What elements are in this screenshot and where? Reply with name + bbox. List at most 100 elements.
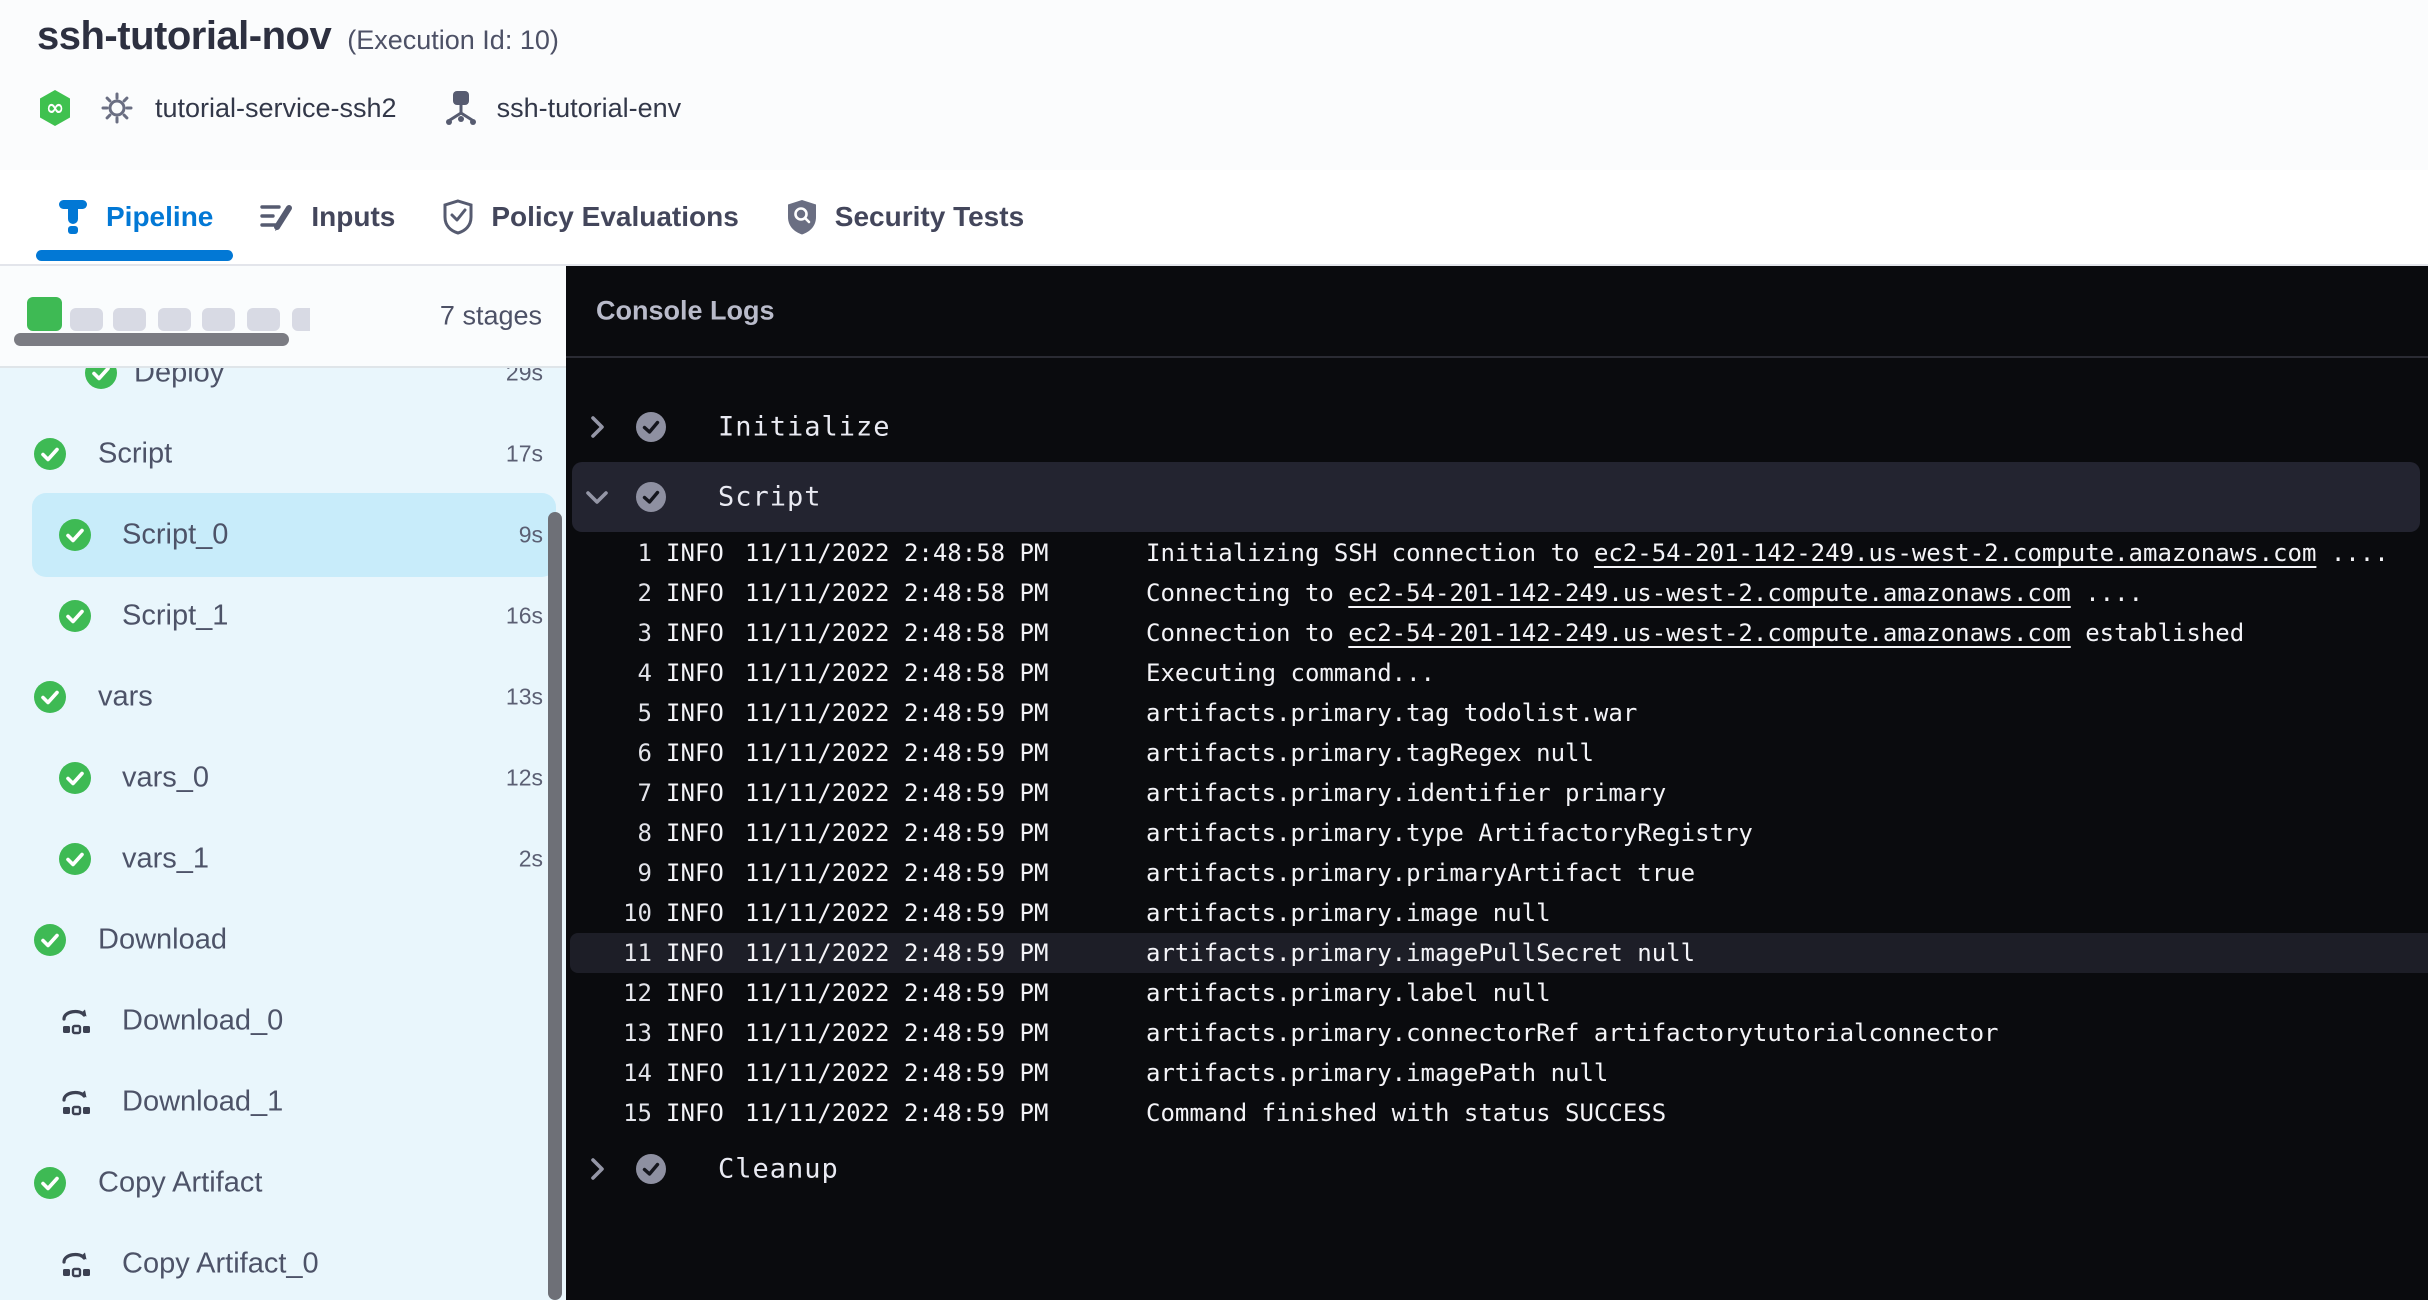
console-log-area: InitializeScript1INFO11/11/2022 2:48:58 …	[566, 266, 2428, 1300]
success-check-icon	[34, 681, 66, 713]
log-message: artifacts.primary.label null	[1146, 979, 1551, 1007]
console-log-line-10: 10INFO11/11/2022 2:48:59 PMartifacts.pri…	[566, 893, 2428, 933]
stages-progress-header: 7 stages	[0, 266, 566, 368]
console-log-line-1: 1INFO11/11/2022 2:48:58 PMInitializing S…	[566, 533, 2428, 573]
log-line-number: 3	[592, 619, 652, 647]
stage-row-highlight	[32, 493, 556, 577]
console-section-script[interactable]: Script	[566, 462, 2428, 532]
log-timestamp: 11/11/2022 2:48:59 PM	[745, 779, 1048, 807]
console-section-initialize[interactable]: Initialize	[566, 392, 2428, 462]
stage-square-pending[interactable]	[113, 308, 146, 331]
tab-policy-evaluations[interactable]: Policy Evaluations	[421, 169, 758, 265]
active-tab-underline	[36, 250, 233, 261]
pipeline-execution-page: ssh-tutorial-nov (Execution Id: 10) ∞	[0, 0, 2428, 1300]
log-line-number: 15	[592, 1099, 652, 1127]
stages-horizontal-scrollbar[interactable]	[14, 333, 289, 346]
section-row-background	[572, 462, 2420, 532]
log-hostname-link[interactable]: ec2-54-201-142-249.us-west-2.compute.ama…	[1594, 539, 2316, 567]
stage-item-download[interactable]: Download	[0, 898, 566, 982]
stage-item-vars_0[interactable]: vars_0 12s	[0, 736, 566, 820]
log-message: Connecting to ec2-54-201-142-249.us-west…	[1146, 579, 2143, 607]
console-log-line-15: 15INFO11/11/2022 2:48:59 PMCommand finis…	[566, 1093, 2428, 1133]
success-check-icon	[59, 519, 91, 551]
log-message-suffix: established	[2071, 619, 2244, 647]
stage-square-pending[interactable]	[292, 308, 310, 331]
log-timestamp: 11/11/2022 2:48:59 PM	[745, 699, 1048, 727]
log-hostname-link[interactable]: ec2-54-201-142-249.us-west-2.compute.ama…	[1348, 579, 2070, 607]
log-timestamp: 11/11/2022 2:48:59 PM	[745, 1059, 1048, 1087]
stage-item-vars[interactable]: vars13s	[0, 655, 566, 739]
log-message-text: artifacts.primary.image null	[1146, 899, 1551, 927]
console-panel: InitializeScript1INFO11/11/2022 2:48:58 …	[566, 266, 2428, 1300]
log-timestamp: 11/11/2022 2:48:59 PM	[745, 1099, 1048, 1127]
log-level: INFO	[666, 579, 724, 607]
tab-pipeline[interactable]: Pipeline	[36, 169, 233, 265]
service-gear-icon	[99, 90, 135, 126]
stages-sidebar: Deploy29sScript17sScript_09sScript_116sv…	[0, 266, 566, 1300]
page-title: ssh-tutorial-nov	[37, 14, 331, 59]
tab-inputs[interactable]: Inputs	[239, 169, 415, 265]
stage-item-script_0[interactable]: Script_09s	[0, 493, 566, 577]
log-message: artifacts.primary.connectorRef artifacto…	[1146, 1019, 1999, 1047]
environment-name[interactable]: ssh-tutorial-env	[497, 93, 682, 124]
log-hostname-link[interactable]: ec2-54-201-142-249.us-west-2.compute.ama…	[1348, 619, 2070, 647]
execution-tabbar: Pipeline Inputs Policy EvaluationsSecurity…	[0, 170, 2428, 266]
stage-item-script_1[interactable]: Script_116s	[0, 574, 566, 658]
stage-duration: 12s	[506, 765, 543, 792]
stage-item-download_0[interactable]: Download_0	[0, 979, 566, 1063]
stage-item-copy-artifact[interactable]: Copy Artifact	[0, 1141, 566, 1225]
inputs-icon	[259, 200, 295, 234]
log-message: artifacts.primary.tagRegex null	[1146, 739, 1594, 767]
stage-item-copy-artifact_0[interactable]: Copy Artifact_0	[0, 1222, 566, 1300]
log-timestamp: 11/11/2022 2:48:58 PM	[745, 539, 1048, 567]
stage-row-highlight	[32, 736, 556, 820]
log-line-number: 2	[592, 579, 652, 607]
security-shield-icon	[785, 198, 819, 236]
log-message: artifacts.primary.primaryArtifact true	[1146, 859, 1695, 887]
execution-id-label: (Execution Id: 10)	[347, 25, 559, 56]
log-level: INFO	[666, 1059, 724, 1087]
service-name[interactable]: tutorial-service-ssh2	[155, 93, 397, 124]
section-label: Script	[718, 482, 822, 513]
stage-square-pending[interactable]	[158, 308, 191, 331]
stage-label: vars_0	[122, 762, 209, 795]
log-message: artifacts.primary.tag todolist.war	[1146, 699, 1637, 727]
pipeline-icon	[56, 197, 90, 237]
log-timestamp: 11/11/2022 2:48:59 PM	[745, 859, 1048, 887]
tab-label: Inputs	[311, 201, 395, 233]
log-line-number: 7	[592, 779, 652, 807]
chevron-right-icon[interactable]	[584, 414, 610, 440]
stage-item-vars_1[interactable]: vars_12s	[0, 817, 566, 901]
log-message-text: Command finished with status SUCCESS	[1146, 1099, 1666, 1127]
success-check-icon	[59, 762, 91, 794]
console-log-line-6: 6INFO11/11/2022 2:48:59 PMartifacts.prim…	[566, 733, 2428, 773]
log-message-text: artifacts.primary.imagePullSecret null	[1146, 939, 1695, 967]
chevron-down-icon[interactable]	[584, 484, 610, 510]
console-log-line-13: 13INFO11/11/2022 2:48:59 PMartifacts.pri…	[566, 1013, 2428, 1053]
log-message-text: artifacts.primary.primaryArtifact true	[1146, 859, 1695, 887]
log-message: artifacts.primary.image null	[1146, 899, 1551, 927]
tab-security-tests[interactable]: Security Tests	[765, 169, 1044, 265]
stage-item-script[interactable]: Script17s	[0, 412, 566, 496]
chevron-right-icon[interactable]	[584, 1156, 610, 1182]
environment-icon	[443, 89, 479, 127]
log-timestamp: 11/11/2022 2:48:59 PM	[745, 739, 1048, 767]
stage-square-pending[interactable]	[202, 308, 235, 331]
log-message: artifacts.primary.imagePullSecret null	[1146, 939, 1695, 967]
log-message-text: artifacts.primary.identifier primary	[1146, 779, 1666, 807]
stage-square-done[interactable]	[27, 297, 62, 331]
console-section-cleanup[interactable]: Cleanup	[566, 1134, 2428, 1204]
sidebar-vertical-scrollbar[interactable]	[548, 512, 562, 1300]
console-log-line-2: 2INFO11/11/2022 2:48:58 PMConnecting to …	[566, 573, 2428, 613]
console-title: Console Logs	[596, 296, 775, 327]
log-line-number: 1	[592, 539, 652, 567]
log-level: INFO	[666, 939, 724, 967]
stage-square-pending[interactable]	[247, 308, 280, 331]
log-message-text: Initializing SSH connection to	[1146, 539, 1594, 567]
log-message: artifacts.primary.identifier primary	[1146, 779, 1666, 807]
stage-square-pending[interactable]	[70, 308, 103, 331]
stage-row-highlight	[32, 1060, 556, 1144]
stage-item-download_1[interactable]: Download_1	[0, 1060, 566, 1144]
stage-duration: 2s	[519, 846, 543, 873]
log-level: INFO	[666, 979, 724, 1007]
